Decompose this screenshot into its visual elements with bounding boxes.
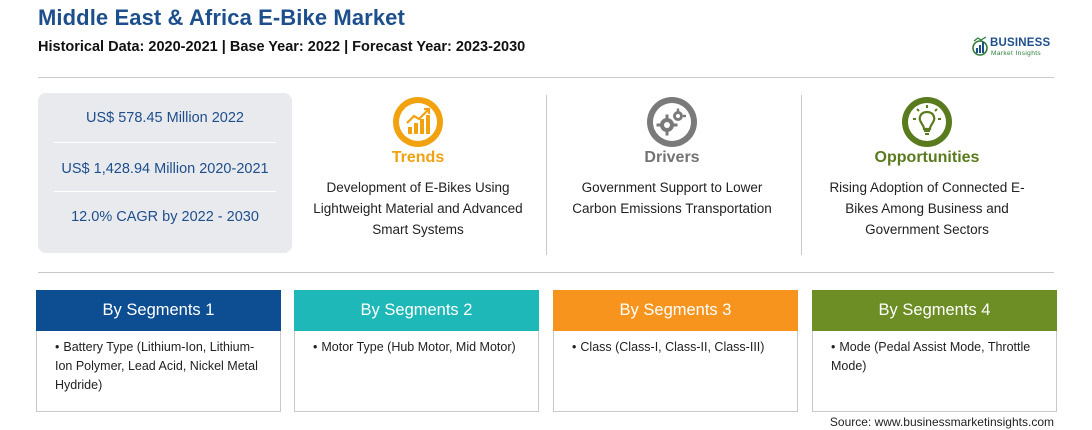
trends-text: Development of E-Bikes Using Lightweight… — [313, 180, 523, 237]
bullet-icon: • — [831, 340, 836, 354]
page-title: Middle East & Africa E-Bike Market — [38, 5, 405, 30]
drivers-title: Drivers — [644, 149, 700, 166]
drivers-text: Government Support to Lower Carbon Emiss… — [572, 180, 772, 216]
segment-2-text: Motor Type (Hub Motor, Mid Motor) — [321, 340, 516, 354]
brand-logo: BUSINESS Market Insights — [972, 36, 1062, 62]
segment-card-2: By Segments 2 • Motor Type (Hub Motor, Mi… — [294, 290, 539, 412]
segment-1-item: • Battery Type (Lithium-Ion, Lithium-Ion … — [55, 338, 268, 395]
header-divider — [38, 77, 1054, 78]
page-subtitle: Historical Data: 2020-2021 | Base Year: … — [38, 39, 526, 55]
segment-card-3: By Segments 3 • Class (Class-I, Class-II,… — [553, 290, 798, 412]
stat-market-value-2022: US$ 578.45 Million 2022 — [86, 110, 244, 126]
market-stats-panel: US$ 578.45 Million 2022 US$ 1,428.94 Mil… — [38, 93, 292, 253]
logo-globe-icon — [972, 36, 988, 56]
segment-1-text: Battery Type (Lithium-Ion, Lithium-Ion P… — [55, 340, 258, 392]
stat-cagr: 12.0% CAGR by 2022 - 2030 — [71, 209, 259, 225]
lightbulb-icon — [900, 95, 954, 149]
column-divider — [546, 95, 547, 255]
segment-4-item: • Mode (Pedal Assist Mode, Throttle Mode) — [831, 338, 1044, 376]
column-divider — [801, 95, 802, 255]
bullet-icon: • — [572, 340, 577, 354]
segment-3-item: • Class (Class-I, Class-II, Class-III) — [572, 338, 785, 357]
segment-card-1: By Segments 1 • Battery Type (Lithium-Ion… — [36, 290, 281, 412]
segment-3-text: Class (Class-I, Class-II, Class-III) — [580, 340, 765, 354]
logo-wordmark: BUSINESS — [990, 37, 1051, 49]
gears-icon — [645, 95, 699, 149]
source-link[interactable]: Source: www.businessmarketinsights.com — [830, 415, 1054, 429]
segment-4-text: Mode (Pedal Assist Mode, Throttle Mode) — [831, 340, 1031, 373]
bullet-icon: • — [313, 340, 318, 354]
section-divider — [38, 272, 1054, 273]
segment-2-item: • Motor Type (Hub Motor, Mid Motor) — [313, 338, 526, 357]
segment-3-header: By Segments 3 — [553, 290, 798, 331]
segment-1-header: By Segments 1 — [36, 290, 281, 331]
opportunities-column: Opportunities Rising Adoption of Connect… — [803, 93, 1051, 255]
opportunities-text: Rising Adoption of Connected E-Bikes Amo… — [829, 180, 1025, 237]
stat-market-value-historical: US$ 1,428.94 Million 2020-2021 — [61, 161, 269, 177]
segment-card-4: By Segments 4 • Mode (Pedal Assist Mode, … — [812, 290, 1057, 412]
trends-column: Trends Development of E-Bikes Using Ligh… — [294, 93, 542, 255]
segment-2-header: By Segments 2 — [294, 290, 539, 331]
drivers-column: Drivers Government Support to Lower Carb… — [548, 93, 796, 255]
logo-tagline: Market Insights — [991, 50, 1042, 57]
trend-chart-icon — [391, 95, 445, 149]
segment-4-header: By Segments 4 — [812, 290, 1057, 331]
stat-separator — [54, 142, 276, 143]
opportunities-title: Opportunities — [874, 149, 980, 166]
stat-separator — [54, 191, 276, 192]
trends-title: Trends — [391, 149, 445, 166]
bullet-icon: • — [55, 340, 60, 354]
